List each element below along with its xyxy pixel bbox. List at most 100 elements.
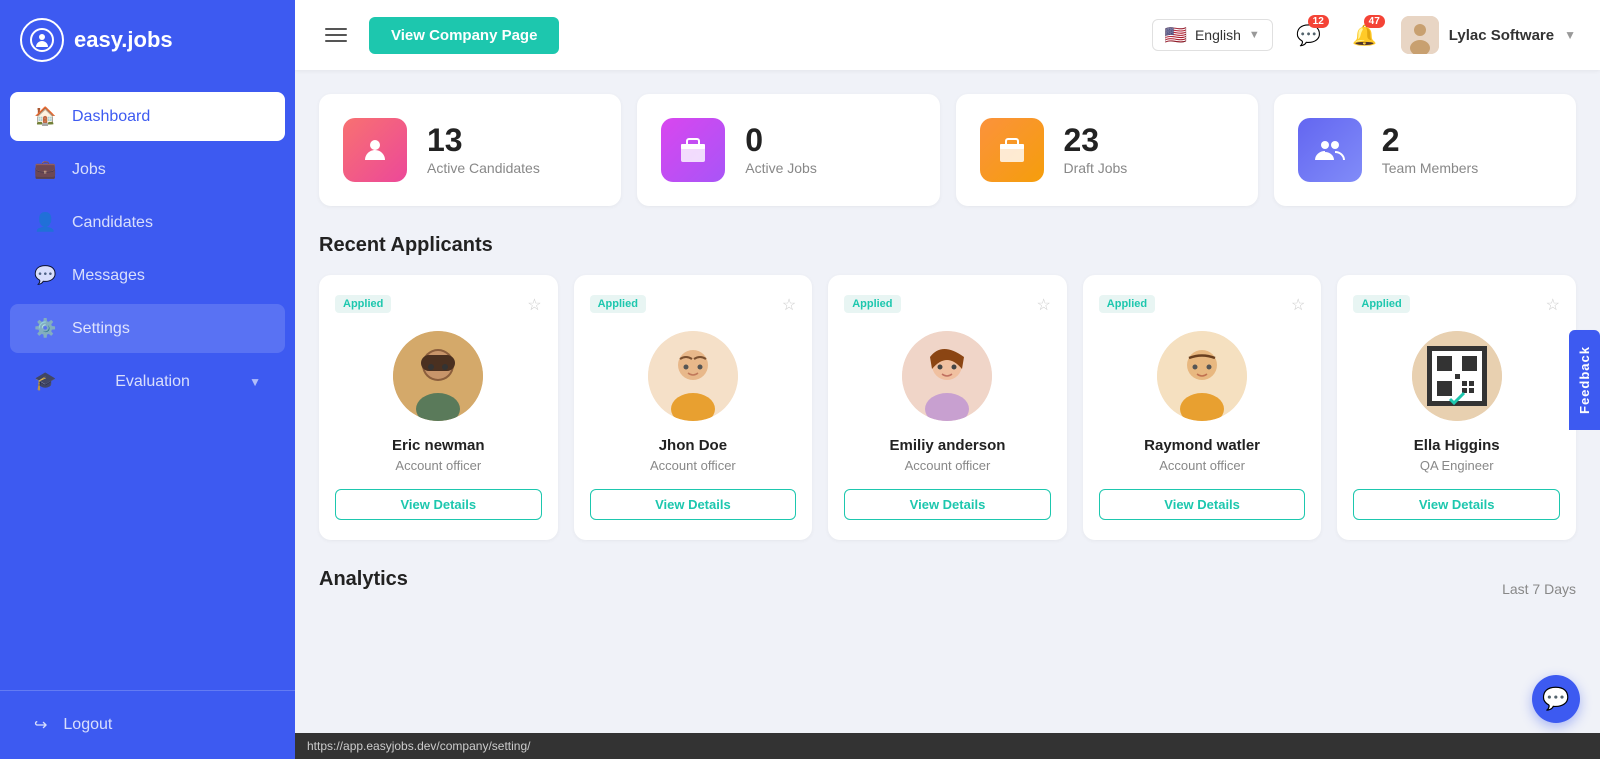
settings-icon: ⚙️: [34, 318, 56, 339]
draft-jobs-label: Draft Jobs: [1064, 160, 1128, 176]
view-details-btn-5[interactable]: View Details: [1353, 489, 1560, 520]
applied-badge-5: Applied: [1353, 295, 1409, 313]
applicant-role-3: Account officer: [905, 458, 991, 473]
applicant-card-2: Applied ☆: [574, 275, 813, 540]
chat-icon: 💬: [1542, 686, 1569, 712]
applicant-card-3: Applied ☆ Emil: [828, 275, 1067, 540]
hamburger-line-1: [325, 28, 347, 30]
sidebar-item-dashboard[interactable]: 🏠 Dashboard: [10, 92, 285, 141]
applied-badge-3: Applied: [844, 295, 900, 313]
hamburger-button[interactable]: [319, 22, 353, 48]
card-2-header: Applied ☆: [590, 295, 797, 315]
recent-applicants-section: Recent Applicants Applied ☆: [319, 234, 1576, 540]
sidebar-item-jobs[interactable]: 💼 Jobs: [10, 145, 285, 194]
app-name: easy.jobs: [74, 27, 173, 53]
messages-icon: 💬: [34, 265, 56, 286]
sidebar-label-messages: Messages: [72, 267, 145, 285]
active-candidates-number: 13: [427, 124, 540, 156]
sidebar-label-evaluation: Evaluation: [115, 373, 190, 391]
applicant-role-5: QA Engineer: [1420, 458, 1494, 473]
star-icon-1[interactable]: ☆: [527, 295, 541, 315]
evaluation-chevron: ▼: [249, 375, 261, 389]
logout-button[interactable]: ↪ Logout: [10, 701, 285, 749]
view-details-btn-3[interactable]: View Details: [844, 489, 1051, 520]
hamburger-line-2: [325, 34, 347, 36]
avatar-4: [1157, 331, 1247, 421]
evaluation-icon: 🎓: [34, 371, 56, 392]
active-jobs-label: Active Jobs: [745, 160, 817, 176]
star-icon-5[interactable]: ☆: [1546, 295, 1560, 315]
applicant-card-1: Applied ☆ Eric: [319, 275, 558, 540]
logo-icon: [20, 18, 64, 62]
team-members-label: Team Members: [1382, 160, 1478, 176]
avatar-5: [1412, 331, 1502, 421]
view-details-btn-2[interactable]: View Details: [590, 489, 797, 520]
stat-card-active-candidates: 13 Active Candidates: [319, 94, 621, 206]
language-selector[interactable]: 🇺🇸 English ▼: [1152, 19, 1273, 51]
team-members-number: 2: [1382, 124, 1478, 156]
active-candidates-label: Active Candidates: [427, 160, 540, 176]
user-avatar: [1401, 16, 1439, 54]
sidebar-item-candidates[interactable]: 👤 Candidates: [10, 198, 285, 247]
language-label: English: [1195, 27, 1241, 43]
applicant-role-4: Account officer: [1159, 458, 1245, 473]
star-icon-3[interactable]: ☆: [1036, 295, 1050, 315]
draft-jobs-number: 23: [1064, 124, 1128, 156]
applied-badge-4: Applied: [1099, 295, 1155, 313]
sidebar-label-jobs: Jobs: [72, 161, 106, 179]
avatar-1: [393, 331, 483, 421]
hamburger-line-3: [325, 40, 347, 42]
applicant-name-4: Raymond watler: [1144, 437, 1260, 454]
messages-button[interactable]: 💬 12: [1289, 15, 1329, 55]
view-details-btn-4[interactable]: View Details: [1099, 489, 1306, 520]
applicant-card-4: Applied ☆ Raym: [1083, 275, 1322, 540]
stats-row: 13 Active Candidates 0 Active Jobs: [319, 94, 1576, 206]
sidebar-nav: 🏠 Dashboard 💼 Jobs 👤 Candidates 💬 Messag…: [0, 80, 295, 690]
applicant-name-3: Emiliy anderson: [890, 437, 1006, 454]
stat-info-active-jobs: 0 Active Jobs: [745, 124, 817, 176]
star-icon-4[interactable]: ☆: [1291, 295, 1305, 315]
notifications-button[interactable]: 🔔 47: [1345, 15, 1385, 55]
applied-badge-2: Applied: [590, 295, 646, 313]
user-name: Lylac Software: [1449, 27, 1554, 44]
view-company-button[interactable]: View Company Page: [369, 17, 559, 54]
sidebar-item-settings[interactable]: ⚙️ Settings: [10, 304, 285, 353]
recent-applicants-title: Recent Applicants: [319, 234, 1576, 257]
sidebar-item-evaluation[interactable]: 🎓 Evaluation ▼: [10, 357, 285, 406]
avatar-2: [648, 331, 738, 421]
view-details-btn-1[interactable]: View Details: [335, 489, 542, 520]
jobs-icon: 💼: [34, 159, 56, 180]
home-icon: 🏠: [34, 106, 56, 127]
stat-info-team-members: 2 Team Members: [1382, 124, 1478, 176]
messages-badge: 12: [1308, 15, 1329, 28]
stat-info-draft-jobs: 23 Draft Jobs: [1064, 124, 1128, 176]
active-candidates-icon: [343, 118, 407, 182]
active-jobs-icon: [661, 118, 725, 182]
logout-icon: ↪: [34, 715, 47, 735]
stat-card-team-members: 2 Team Members: [1274, 94, 1576, 206]
main-area: View Company Page 🇺🇸 English ▼ 💬 12 🔔 47: [295, 0, 1600, 759]
card-5-header: Applied ☆: [1353, 295, 1560, 315]
main-content: 13 Active Candidates 0 Active Jobs: [295, 70, 1600, 759]
sidebar-label-dashboard: Dashboard: [72, 108, 150, 126]
sidebar-item-messages[interactable]: 💬 Messages: [10, 251, 285, 300]
analytics-section: Analytics Last 7 Days: [319, 568, 1576, 609]
feedback-tab[interactable]: Feedback: [1569, 330, 1600, 430]
analytics-period: Last 7 Days: [1502, 581, 1576, 597]
applicant-role-2: Account officer: [650, 458, 736, 473]
star-icon-2[interactable]: ☆: [782, 295, 796, 315]
notifications-badge: 47: [1364, 15, 1385, 28]
applied-badge-1: Applied: [335, 295, 391, 313]
user-chevron-icon: ▼: [1564, 28, 1576, 42]
language-chevron: ▼: [1249, 29, 1260, 41]
sidebar-bottom: ↪ Logout: [0, 690, 295, 759]
applicant-name-2: Jhon Doe: [659, 437, 727, 454]
sidebar-logo: easy.jobs: [0, 0, 295, 80]
user-info[interactable]: Lylac Software ▼: [1401, 16, 1576, 54]
applicant-role-1: Account officer: [395, 458, 481, 473]
stat-card-active-jobs: 0 Active Jobs: [637, 94, 939, 206]
sidebar: easy.jobs 🏠 Dashboard 💼 Jobs 👤 Candidate…: [0, 0, 295, 759]
chat-button[interactable]: 💬: [1532, 675, 1580, 723]
sidebar-label-settings: Settings: [72, 320, 130, 338]
draft-jobs-icon: [980, 118, 1044, 182]
